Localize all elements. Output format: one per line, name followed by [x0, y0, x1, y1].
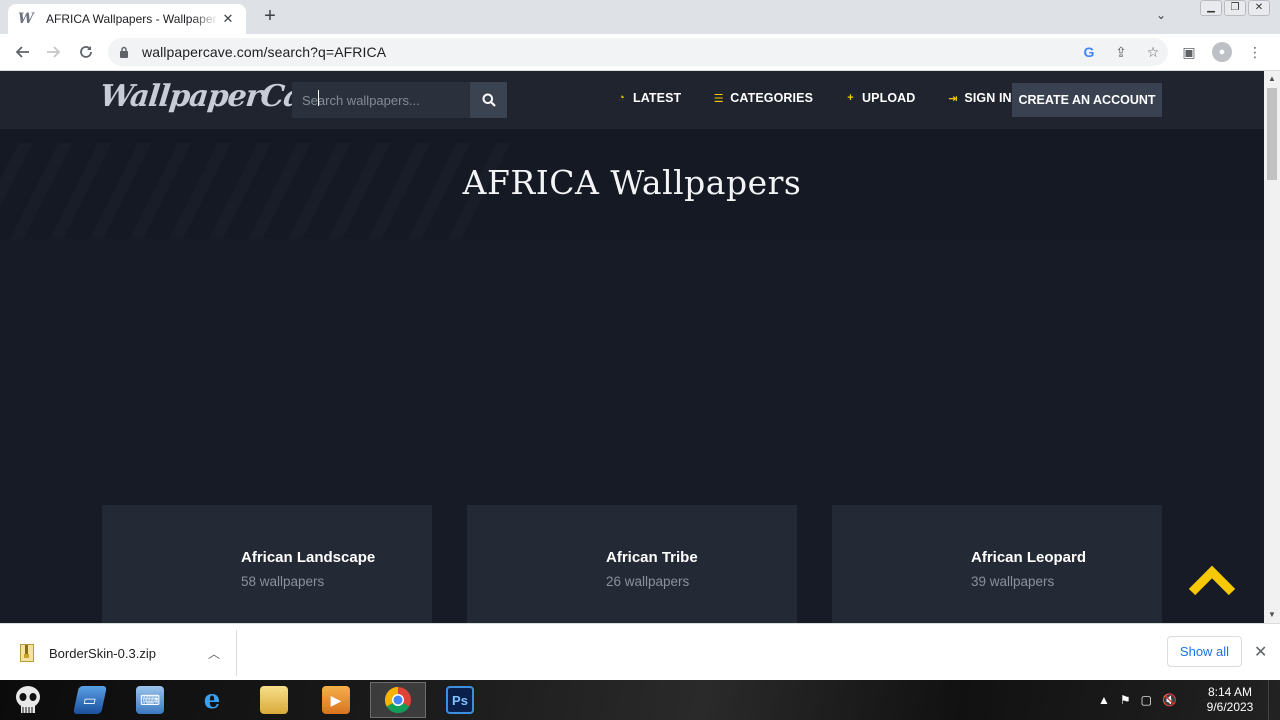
windows-taskbar: ▭ ⌨ e ▶ Ps ▲ ⚑ ▢ 🔇 8:14 AM 9/6/2023	[0, 680, 1280, 720]
chrome-icon	[384, 686, 411, 714]
download-item[interactable]: BorderSkin-0.3.zip ︿	[0, 630, 237, 676]
taskbar-app-file-explorer[interactable]	[246, 682, 302, 718]
window-controls: ▁ ❐ ✕	[1200, 0, 1270, 16]
action-center-flag-icon[interactable]: ⚑	[1120, 693, 1131, 707]
taskbar-app-photoshop[interactable]: Ps	[432, 682, 488, 718]
chevron-up-icon[interactable]: ︿	[208, 645, 220, 662]
menu-kebab-icon[interactable]: ⋮	[1246, 42, 1264, 62]
scrollbar-thumb[interactable]	[1267, 88, 1277, 180]
tab-close-icon[interactable]: ✕	[220, 11, 236, 27]
list-icon: ☰	[713, 92, 724, 105]
browser-toolbar: wallpapercave.com/search?q=AFRICA G ⇪ ☆ …	[0, 34, 1280, 71]
nav-categories-label: CATEGORIES	[730, 91, 814, 105]
minimize-button[interactable]: ▁	[1200, 0, 1222, 16]
scroll-to-top-chevron-icon[interactable]	[1188, 565, 1236, 597]
media-player-icon: ▶	[322, 686, 350, 714]
nav-sign-in[interactable]: ⇥ SIGN IN	[947, 91, 1011, 105]
nav-upload-label: UPLOAD	[862, 91, 916, 105]
browser-tab-bar: W AFRICA Wallpapers - Wallpaper C ✕ + ⌄ …	[0, 0, 1280, 34]
card-title[interactable]: African Leopard	[971, 549, 1086, 566]
clock-date: 9/6/2023	[1206, 700, 1254, 714]
address-bar[interactable]: wallpapercave.com/search?q=AFRICA G ⇪ ☆	[108, 38, 1168, 66]
zip-file-icon	[20, 644, 34, 662]
forward-arrow-icon	[47, 46, 61, 58]
site-header: WallpaperCave ◔ LATEST ☰ CATEGORIES + UP…	[0, 71, 1264, 129]
close-download-bar-icon[interactable]: ✕	[1254, 642, 1267, 662]
sign-in-icon: ⇥	[948, 92, 958, 105]
clock-time: 8:14 AM	[1207, 685, 1253, 699]
site-favicon-icon: W	[18, 11, 34, 27]
nav-sign-in-label: SIGN IN	[964, 91, 1012, 105]
nav-upload[interactable]: + UPLOAD	[845, 91, 915, 105]
url-text: wallpapercave.com/search?q=AFRICA	[142, 44, 387, 60]
browser-tab[interactable]: W AFRICA Wallpapers - Wallpaper C ✕	[8, 4, 246, 34]
back-button[interactable]	[6, 36, 38, 68]
main-nav: ◔ LATEST ☰ CATEGORIES + UPLOAD ⇥ SIGN IN	[616, 91, 1012, 105]
profile-avatar-icon[interactable]: ●	[1212, 42, 1232, 62]
start-button[interactable]	[0, 682, 56, 718]
category-card[interactable]: African Tribe 26 wallpapers	[467, 505, 797, 623]
share-icon[interactable]: ⇪	[1112, 42, 1130, 62]
taskbar-app-reader[interactable]: ▭	[62, 682, 118, 718]
page-viewport: ///////////// AFRICA Wallpapers Wallpape…	[0, 71, 1264, 623]
lock-icon[interactable]	[118, 46, 130, 58]
card-count: 58 wallpapers	[241, 574, 325, 589]
reader-app-icon: ▭	[73, 686, 107, 714]
taskbar-app-internet-explorer[interactable]: e	[184, 682, 240, 718]
search-input[interactable]	[302, 92, 462, 108]
search-icon	[482, 93, 496, 107]
nav-categories[interactable]: ☰ CATEGORIES	[713, 91, 813, 105]
text-cursor	[318, 90, 320, 106]
category-cards: African Landscape 58 wallpapers African …	[102, 505, 1162, 623]
show-desktop-button[interactable]	[1268, 680, 1280, 720]
skull-start-icon	[16, 686, 40, 713]
download-bar: BorderSkin-0.3.zip ︿ Show all ✕	[0, 623, 1280, 680]
hero-banner: ///////////// AFRICA Wallpapers	[0, 129, 1264, 239]
close-window-button[interactable]: ✕	[1248, 0, 1270, 16]
internet-explorer-icon: e	[203, 685, 221, 715]
restore-button[interactable]: ❐	[1224, 0, 1246, 16]
category-card[interactable]: African Leopard 39 wallpapers	[832, 505, 1162, 623]
new-tab-button[interactable]: +	[260, 6, 280, 26]
network-icon[interactable]: ▢	[1141, 693, 1152, 707]
page-title: AFRICA Wallpapers	[462, 163, 802, 202]
back-arrow-icon	[15, 46, 29, 58]
taskbar-app-chrome[interactable]	[370, 682, 426, 718]
clock-icon: ◔	[618, 92, 625, 104]
reload-icon	[80, 46, 92, 58]
download-filename: BorderSkin-0.3.zip	[49, 645, 156, 661]
reload-button[interactable]	[70, 36, 102, 68]
nav-latest-label: LATEST	[633, 91, 682, 105]
tab-title: AFRICA Wallpapers - Wallpaper C	[46, 12, 218, 26]
card-title[interactable]: African Landscape	[241, 549, 375, 566]
folder-icon	[260, 686, 288, 714]
taskbar-app-keyboard[interactable]: ⌨	[122, 682, 178, 718]
photoshop-icon: Ps	[446, 686, 474, 714]
taskbar-app-media-player[interactable]: ▶	[308, 682, 364, 718]
forward-button[interactable]	[38, 36, 70, 68]
tray-expand-icon[interactable]: ▲	[1098, 693, 1110, 707]
page-scrollbar[interactable]: ▲ ▼	[1264, 71, 1280, 623]
bookmark-star-icon[interactable]: ☆	[1144, 42, 1162, 62]
category-card[interactable]: African Landscape 58 wallpapers	[102, 505, 432, 623]
scroll-up-arrow-icon[interactable]: ▲	[1264, 71, 1280, 87]
keyboard-app-icon: ⌨	[136, 686, 164, 714]
search-button[interactable]	[470, 82, 507, 118]
card-count: 39 wallpapers	[971, 574, 1055, 589]
taskbar-clock[interactable]: 8:14 AM 9/6/2023	[1200, 685, 1260, 715]
volume-muted-icon[interactable]: 🔇	[1162, 693, 1177, 707]
show-all-button[interactable]: Show all	[1167, 636, 1242, 667]
card-title[interactable]: African Tribe	[606, 549, 698, 566]
google-translate-icon[interactable]: G	[1080, 42, 1098, 62]
create-account-button[interactable]: CREATE AN ACCOUNT	[1012, 83, 1162, 117]
nav-latest[interactable]: ◔ LATEST	[616, 91, 681, 105]
card-count: 26 wallpapers	[606, 574, 690, 589]
scroll-down-arrow-icon[interactable]: ▼	[1264, 607, 1280, 623]
plus-icon: +	[847, 92, 854, 104]
system-tray: ▲ ⚑ ▢ 🔇	[1098, 680, 1177, 720]
tab-search-chevron-icon[interactable]: ⌄	[1152, 8, 1170, 26]
side-panel-icon[interactable]: ▣	[1180, 42, 1198, 62]
